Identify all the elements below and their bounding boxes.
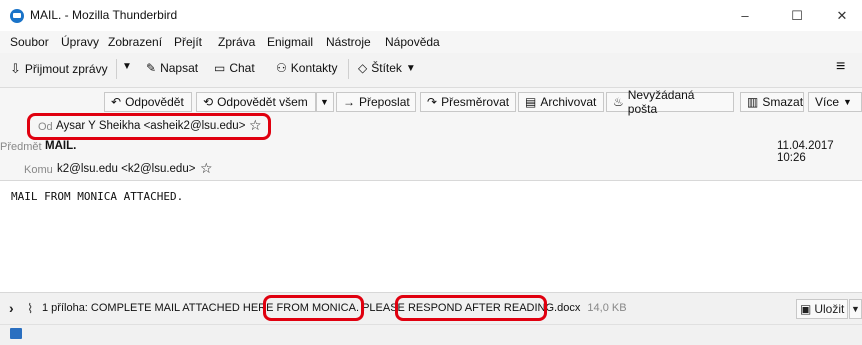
menu-napoveda[interactable]: Nápověda xyxy=(385,35,440,49)
save-dropdown[interactable]: ▼ xyxy=(849,299,862,319)
chat-button[interactable]: ▭ Chat xyxy=(214,61,255,75)
menu-zobrazeni[interactable]: Zobrazení xyxy=(108,35,162,49)
window-title: MAIL. - Mozilla Thunderbird xyxy=(30,8,178,22)
attachment-name-part: 1 příloha: COMPLETE MAIL ATTACHED HERE xyxy=(42,302,274,314)
star-icon[interactable]: ☆ xyxy=(200,160,213,177)
redirect-button[interactable]: ↷ Přesměrovat xyxy=(420,92,516,112)
trash-icon: ▥ xyxy=(747,95,759,109)
reply-all-button[interactable]: ⟲ Odpovědět všem xyxy=(196,92,316,112)
chevron-down-icon: ▼ xyxy=(320,97,329,107)
contacts-icon: ⚇ xyxy=(276,61,287,75)
chat-bubble-icon: ▭ xyxy=(214,61,226,75)
archive-label: Archivovat xyxy=(540,95,597,109)
minimize-button[interactable]: – xyxy=(722,4,768,28)
save-attachment-button[interactable]: ▣ Uložit xyxy=(796,299,848,319)
get-mail-label: Přijmout zprávy xyxy=(24,62,108,76)
chevron-down-icon: ▼ xyxy=(843,97,852,107)
menu-upravy[interactable]: Úpravy xyxy=(61,35,99,49)
tag-label: Štítek xyxy=(371,61,402,75)
menu-nastroje[interactable]: Nástroje xyxy=(326,35,371,49)
junk-button[interactable]: ♨ Nevyžádaná pošta xyxy=(606,88,734,116)
pencil-icon: ✎ xyxy=(146,61,157,75)
tag-icon: ◇ xyxy=(358,61,368,75)
menu-soubor[interactable]: Soubor xyxy=(10,35,49,49)
write-label: Napsat xyxy=(160,61,199,75)
hamburger-menu-icon[interactable]: ≡ xyxy=(836,58,845,76)
chat-label: Chat xyxy=(229,61,255,75)
chevron-down-icon: ▼ xyxy=(851,304,860,314)
toolbar-separator xyxy=(116,59,117,79)
delete-label: Smazat xyxy=(762,95,804,109)
status-bar xyxy=(0,324,862,345)
reply-all-dropdown[interactable]: ▼ xyxy=(316,92,334,112)
network-status-icon xyxy=(10,328,22,339)
contacts-label: Kontakty xyxy=(290,61,338,75)
to-address[interactable]: k2@lsu.edu <k2@lsu.edu> xyxy=(57,163,195,175)
forward-label: Přeposlat xyxy=(359,95,410,109)
forward-button[interactable]: → Přeposlat xyxy=(336,92,416,112)
download-icon: ⇩ xyxy=(10,61,21,76)
close-button[interactable]: ✕ xyxy=(822,4,862,28)
message-date: 11.04.2017 10:26 xyxy=(777,140,834,164)
highlight-box-sender xyxy=(27,113,271,140)
forward-arrow-icon: → xyxy=(343,95,355,109)
junk-label: Nevyžádaná pošta xyxy=(627,88,695,116)
reply-icon: ↶ xyxy=(111,95,122,109)
reply-all-label: Odpovědět všem xyxy=(217,95,308,109)
get-mail-dropdown[interactable]: ▼ xyxy=(122,61,132,72)
delete-button[interactable]: ▥ Smazat xyxy=(740,92,804,112)
redirect-label: Přesměrovat xyxy=(441,95,510,109)
menu-zprava[interactable]: Zpráva xyxy=(218,35,255,49)
menu-prejit[interactable]: Přejít xyxy=(174,35,202,49)
attachment-toggle-icon[interactable]: › xyxy=(9,300,14,316)
flame-icon: ♨ xyxy=(613,95,624,109)
more-button[interactable]: Více ▼ xyxy=(808,92,862,112)
to-label: Komu xyxy=(24,164,53,176)
maximize-button[interactable]: ☐ xyxy=(774,4,820,28)
subject-label: Předmět xyxy=(0,141,42,153)
reply-all-icon: ⟲ xyxy=(203,95,214,109)
chevron-down-icon: ▼ xyxy=(122,61,132,72)
floppy-disk-icon: ▣ xyxy=(800,302,812,316)
write-button[interactable]: ✎ Napsat xyxy=(146,61,198,75)
highlight-box-respond xyxy=(395,295,547,321)
attachment-size: 14,0 KB xyxy=(587,302,627,314)
get-mail-button[interactable]: ⇩ Přijmout zprávy xyxy=(10,61,108,77)
highlight-box-from-monica xyxy=(263,295,364,321)
tag-button[interactable]: ◇ Štítek ▼ xyxy=(358,61,416,75)
message-body: MAIL FROM MONICA ATTACHED. xyxy=(11,190,184,203)
chevron-down-icon: ▼ xyxy=(405,62,416,74)
reply-label: Odpovědět xyxy=(125,95,184,109)
paperclip-icon: ⌇ xyxy=(27,301,34,316)
toolbar-separator-2 xyxy=(348,59,349,79)
redirect-icon: ↷ xyxy=(427,95,438,109)
contacts-button[interactable]: ⚇ Kontakty xyxy=(276,61,337,75)
subject-value: MAIL. xyxy=(45,140,77,152)
save-label: Uložit xyxy=(814,302,845,316)
archive-button[interactable]: ▤ Archivovat xyxy=(518,92,604,112)
reply-button[interactable]: ↶ Odpovědět xyxy=(104,92,192,112)
archive-icon: ▤ xyxy=(525,95,537,109)
more-label: Více xyxy=(815,95,840,109)
attachment-name-part: docx xyxy=(557,302,581,314)
thunderbird-logo-icon xyxy=(10,9,24,23)
menu-enigmail[interactable]: Enigmail xyxy=(267,35,313,49)
